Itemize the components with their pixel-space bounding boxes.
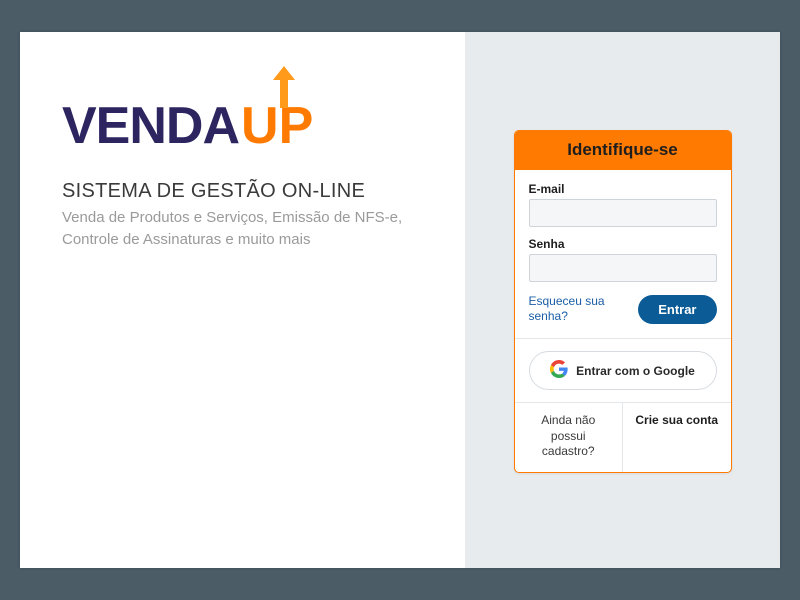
google-icon xyxy=(550,360,568,381)
marketing-panel: VENDA UP SISTEMA DE GESTÃO ON-LINE Venda… xyxy=(20,32,465,568)
brand-logo: VENDA UP xyxy=(62,100,435,152)
login-card-footer: Ainda não possui cadastro? Crie sua cont… xyxy=(515,402,731,472)
google-login-button[interactable]: Entrar com o Google xyxy=(529,351,717,390)
login-card-body: E-mail Senha Esqueceu sua senha? Entrar xyxy=(515,170,731,402)
login-card-header: Identifique-se xyxy=(515,131,731,170)
email-label: E-mail xyxy=(529,182,717,196)
logo-text-up-wrap: UP xyxy=(241,100,313,152)
password-field[interactable] xyxy=(529,254,717,282)
tagline-title: SISTEMA DE GESTÃO ON-LINE xyxy=(62,180,435,203)
login-panel: Identifique-se E-mail Senha Esqueceu sua… xyxy=(465,32,780,568)
login-actions-row: Esqueceu sua senha? Entrar xyxy=(529,294,717,324)
arrow-up-icon xyxy=(273,66,295,112)
no-account-text: Ainda não possui cadastro? xyxy=(515,403,623,472)
divider xyxy=(515,338,731,339)
password-label: Senha xyxy=(529,237,717,251)
email-field[interactable] xyxy=(529,199,717,227)
login-page: VENDA UP SISTEMA DE GESTÃO ON-LINE Venda… xyxy=(20,32,780,568)
logo-text-venda: VENDA xyxy=(62,100,239,152)
login-button[interactable]: Entrar xyxy=(638,295,716,324)
forgot-password-link[interactable]: Esqueceu sua senha? xyxy=(529,294,623,324)
login-card: Identifique-se E-mail Senha Esqueceu sua… xyxy=(514,130,732,473)
create-account-link[interactable]: Crie sua conta xyxy=(622,403,731,472)
google-login-label: Entrar com o Google xyxy=(576,364,695,378)
tagline-subtitle: Venda de Produtos e Serviços, Emissão de… xyxy=(62,207,435,251)
